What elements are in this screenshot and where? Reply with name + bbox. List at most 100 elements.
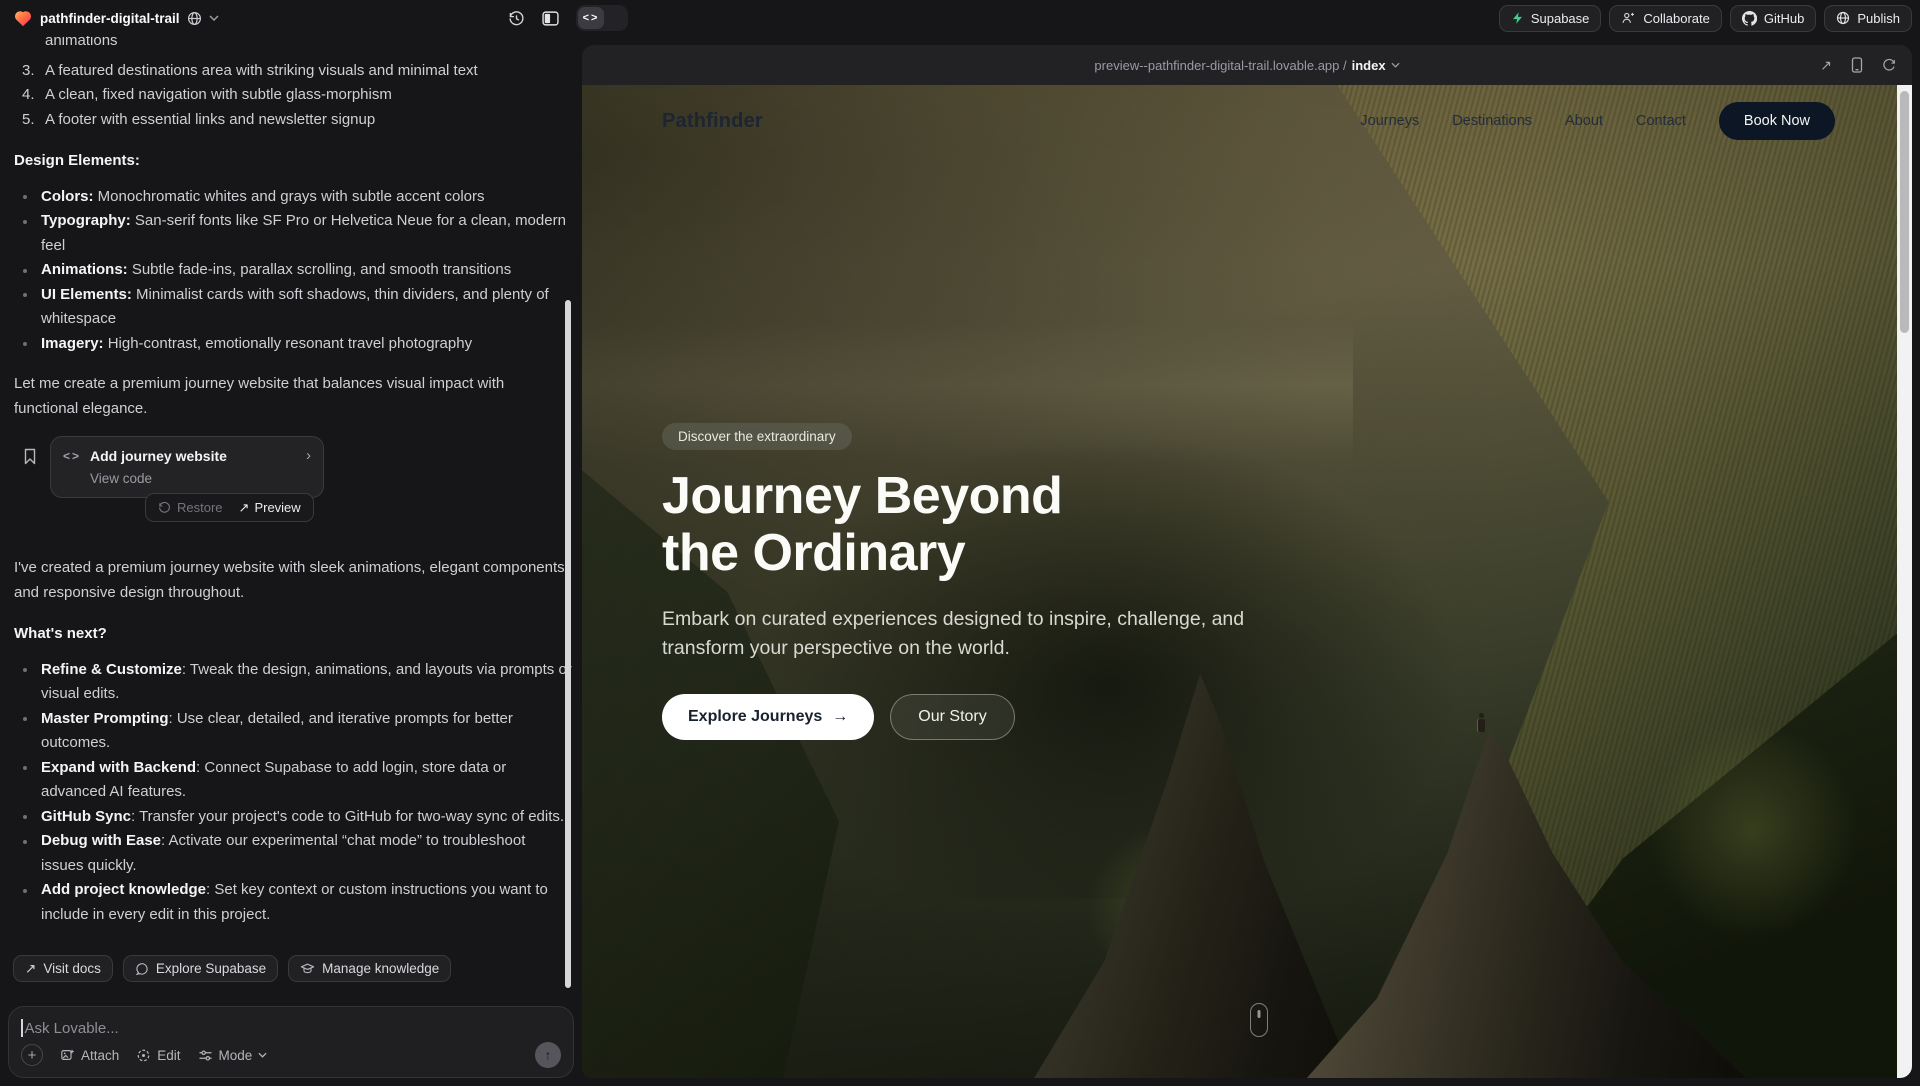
card-title: Add journey website [90, 446, 227, 466]
lovable-heart-logo [13, 9, 33, 27]
mode-selector[interactable]: Mode [198, 1048, 268, 1063]
arrow-up-right-icon: ↗ [25, 961, 36, 977]
whats-next-heading: What's next? [14, 622, 572, 647]
topbar: pathfinder-digital-trail [0, 0, 1920, 36]
target-icon [136, 1048, 151, 1063]
site-logo[interactable]: Pathfinder [662, 110, 763, 133]
supabase-bolt-icon [1511, 11, 1524, 25]
chevron-right-icon: › [306, 446, 311, 466]
hero-cta-row: Explore Journeys → Our Story [662, 694, 1254, 740]
preview-page-name: index [1352, 58, 1386, 73]
open-in-new-tab-icon[interactable]: ↗ [1820, 57, 1832, 74]
hero-badge: Discover the extraordinary [662, 423, 852, 450]
website-preview: Pathfinder Journeys Destinations About C… [582, 85, 1912, 1078]
preview-url-selector[interactable]: preview--pathfinder-digital-trail.lovabl… [1094, 58, 1399, 73]
hero-section: Discover the extraordinary Journey Beyon… [662, 423, 1254, 740]
site-scrollbar-track[interactable] [1897, 85, 1912, 1078]
explore-supabase-button[interactable]: Explore Supabase [123, 955, 278, 982]
site-scrollbar-thumb[interactable] [1900, 91, 1909, 333]
chat-panel: animations 3.A featured destinations are… [0, 36, 582, 1086]
view-controls: <> [508, 0, 628, 36]
list-item: Animations: Subtle fade-ins, parallax sc… [14, 258, 572, 283]
people-icon [1621, 11, 1636, 25]
collaborate-button[interactable]: Collaborate [1609, 5, 1722, 32]
image-attach-icon [60, 1048, 75, 1062]
lovable-app-window: pathfinder-digital-trail [0, 0, 1920, 1086]
list-item: Expand with Backend: Connect Supabase to… [14, 756, 572, 805]
add-journey-website-card[interactable]: <> Add journey website › View code [50, 436, 324, 498]
chevron-down-icon [258, 1052, 267, 1058]
restore-preview-pill: Restore ↗ Preview [145, 493, 314, 522]
sidebar-panel-icon[interactable] [542, 10, 559, 27]
list-item: Add project knowledge: Set key context o… [14, 878, 572, 927]
numbered-list: 3.A featured destinations area with stri… [14, 59, 572, 133]
chat-quick-actions: ↗ Visit docs Explore Supabase Manage kno… [13, 955, 451, 982]
nav-link-journeys[interactable]: Journeys [1360, 113, 1419, 129]
site-nav: Journeys Destinations About Contact [1360, 113, 1686, 129]
list-item: Debug with Ease: Activate our experiment… [14, 829, 572, 878]
list-item: 4.A clean, fixed navigation with subtle … [14, 83, 572, 108]
nav-link-about[interactable]: About [1565, 113, 1603, 129]
scroll-indicator [1250, 1003, 1268, 1037]
send-button[interactable]: ↑ [535, 1042, 561, 1068]
edit-button[interactable]: Edit [136, 1048, 180, 1063]
chevron-down-icon[interactable] [209, 15, 219, 21]
list-item: Refine & Customize: Tweak the design, an… [14, 658, 572, 707]
next-steps-bullets: Refine & Customize: Tweak the design, an… [14, 658, 572, 928]
list-item: UI Elements: Minimalist cards with soft … [14, 283, 572, 332]
preview-toolbar: preview--pathfinder-digital-trail.lovabl… [582, 45, 1912, 85]
book-now-button[interactable]: Book Now [1719, 102, 1835, 140]
bookmark-icon[interactable] [22, 448, 38, 465]
add-button[interactable]: + [21, 1044, 43, 1066]
prompt-controls: + Attach Edit [21, 1042, 561, 1068]
sliders-icon [198, 1049, 213, 1062]
chat-scrollbar[interactable] [565, 300, 571, 988]
manage-knowledge-button[interactable]: Manage knowledge [288, 955, 451, 982]
list-item: Typography: San-serif fonts like SF Pro … [14, 209, 572, 258]
supabase-button[interactable]: Supabase [1499, 5, 1602, 32]
list-item: Imagery: High-contrast, emotionally reso… [14, 332, 572, 357]
hero-title: Journey Beyond the Ordinary [662, 468, 1254, 582]
publish-globe-icon [1836, 11, 1850, 25]
code-icon: <> [578, 7, 604, 29]
project-name: pathfinder-digital-trail [40, 11, 180, 26]
arrow-right-icon: → [832, 708, 848, 726]
preview-panel: preview--pathfinder-digital-trail.lovabl… [582, 45, 1912, 1078]
topbar-actions: Supabase Collaborate GitHub Publish [1499, 5, 1920, 32]
prompt-input-box[interactable]: Ask Lovable... + Attach Edit [8, 1006, 574, 1078]
restore-icon [158, 501, 171, 514]
refresh-icon[interactable] [1882, 58, 1896, 72]
lead-paragraph: Let me create a premium journey website … [14, 372, 572, 421]
hiker-figure [1478, 713, 1485, 732]
restore-button[interactable]: Restore [158, 499, 223, 516]
github-button[interactable]: GitHub [1730, 5, 1816, 32]
nav-link-contact[interactable]: Contact [1636, 113, 1686, 129]
view-code-link[interactable]: View code [90, 470, 311, 488]
site-header: Pathfinder Journeys Destinations About C… [582, 99, 1897, 143]
prompt-placeholder: Ask Lovable... [25, 1020, 119, 1037]
chevron-down-icon [1391, 62, 1400, 68]
hero-subtitle: Embark on curated experiences designed t… [662, 605, 1254, 663]
list-item: 3.A featured destinations area with stri… [14, 59, 572, 84]
preview-button[interactable]: ↗ Preview [239, 499, 301, 516]
project-selector[interactable]: pathfinder-digital-trail [0, 9, 219, 27]
mobile-view-icon[interactable] [1851, 57, 1863, 73]
globe-status-icon [187, 11, 202, 26]
explore-journeys-button[interactable]: Explore Journeys → [662, 694, 874, 740]
nav-link-destinations[interactable]: Destinations [1452, 113, 1532, 129]
list-item: GitHub Sync: Transfer your project's cod… [14, 805, 572, 830]
code-icon: <> [63, 446, 81, 466]
visit-docs-button[interactable]: ↗ Visit docs [13, 955, 113, 982]
our-story-button[interactable]: Our Story [890, 694, 1014, 740]
list-item: Colors: Monochromatic whites and grays w… [14, 185, 572, 210]
arrow-up-right-icon: ↗ [239, 499, 250, 516]
code-view-toggle[interactable]: <> [576, 5, 628, 31]
attach-button[interactable]: Attach [60, 1048, 119, 1063]
publish-button[interactable]: Publish [1824, 5, 1912, 32]
github-icon [1742, 11, 1757, 26]
preview-toolbar-icons: ↗ [1820, 57, 1896, 74]
history-icon[interactable] [508, 10, 525, 27]
graduation-cap-icon [300, 962, 315, 976]
result-paragraph: I've created a premium journey website w… [14, 556, 572, 605]
list-item: Master Prompting: Use clear, detailed, a… [14, 707, 572, 756]
